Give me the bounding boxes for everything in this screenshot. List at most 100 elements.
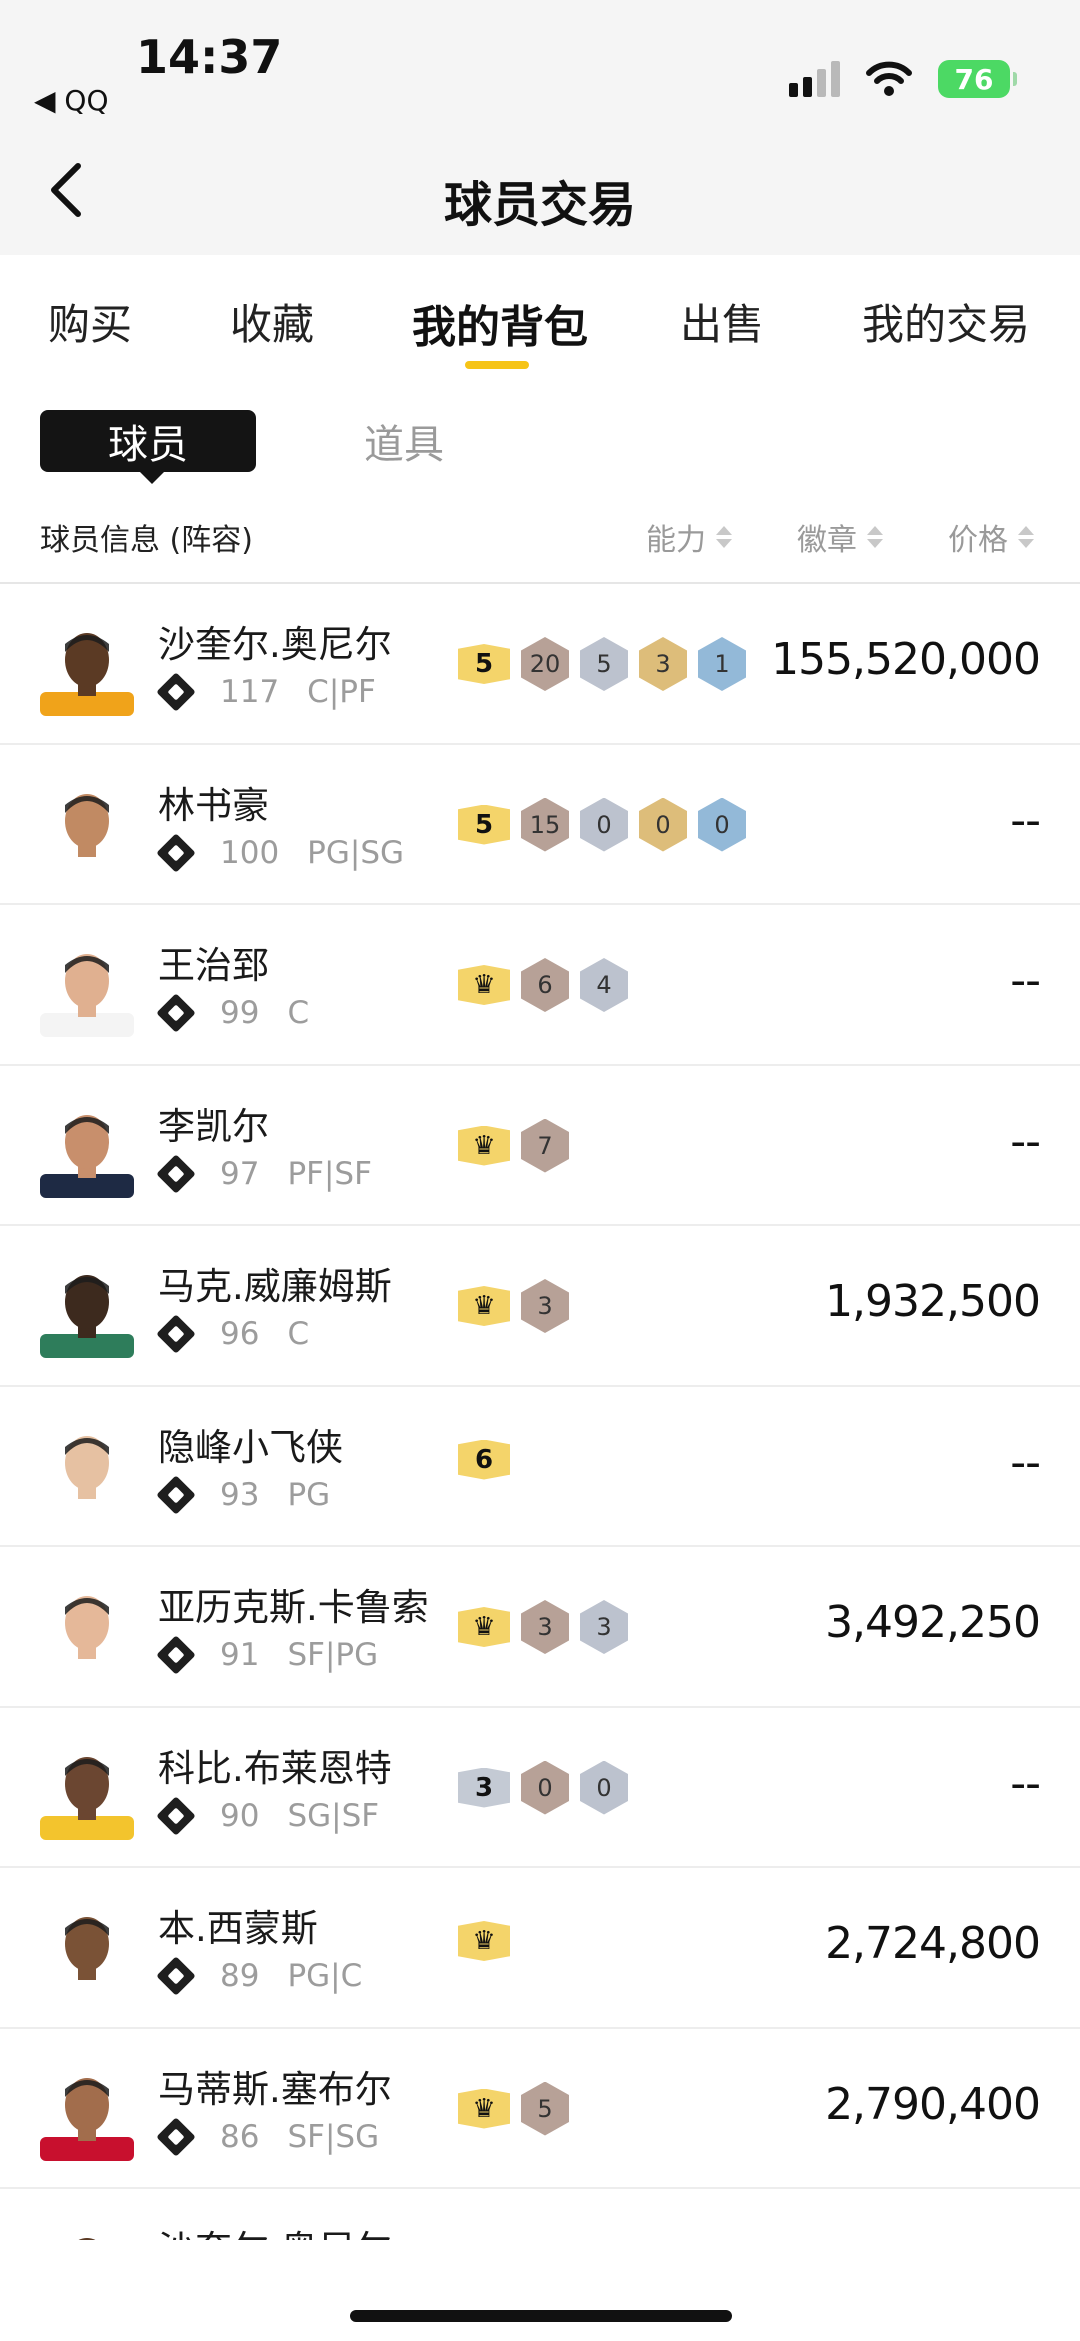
player-list: 沙奎尔.奥尼尔 117 C|PF 5 20 5 3 1 155,520,000 林书豪 100 PG|… [0, 584, 1080, 2341]
wifi-icon [866, 61, 912, 96]
subtab-players-label: 球员 [108, 422, 188, 468]
subtab-players[interactable]: 球员 [40, 410, 256, 484]
player-position: SF|PG [287, 1637, 379, 1673]
column-price-sort[interactable]: 价格 [948, 515, 1034, 559]
player-name: 林书豪 [158, 783, 269, 827]
player-position: SF|SG [287, 2118, 380, 2155]
tab-favorites[interactable]: 收藏 [230, 291, 314, 352]
crown-tier-icon: ♛ [458, 1125, 510, 1166]
player-ovr: 100 [220, 834, 280, 871]
player-meta: 99 C [156, 993, 310, 1033]
home-indicator[interactable] [350, 2310, 732, 2322]
player-ovr: 117 [220, 674, 280, 710]
player-avatar [40, 1425, 134, 1519]
player-avatar [40, 943, 134, 1037]
badge-hof-count: 7 [521, 1118, 569, 1173]
badge-hof-count: 20 [521, 637, 569, 691]
tab-my-bag[interactable]: 我的背包 [412, 291, 588, 355]
player-row[interactable]: 王治郅 99 C ♛ 6 4 -- [0, 905, 1080, 1066]
cellular-signal-icon [789, 61, 840, 97]
battery-level: 76 [954, 62, 994, 96]
badge-group: 5 15 0 0 0 [458, 797, 746, 852]
badge-hof-count: 3 [521, 1600, 569, 1654]
player-name: 科比.布莱恩特 [158, 1746, 392, 1790]
player-ovr: 97 [220, 1155, 260, 1192]
badge-bronze-count: 0 [698, 797, 746, 852]
player-meta: 86 SF|SG [156, 2116, 380, 2157]
player-name: 马蒂斯.塞布尔 [158, 2067, 392, 2111]
player-position: C [287, 995, 310, 1031]
player-ovr: 91 [220, 1637, 260, 1673]
crown-tier-icon: ♛ [458, 965, 510, 1005]
player-position: PG [287, 1476, 331, 1513]
badge-group: ♛ 3 3 [458, 1600, 628, 1654]
crown-tier-icon: ♛ [458, 2088, 510, 2129]
player-meta: 96 C [156, 1314, 310, 1354]
player-row[interactable]: 沙奎尔.奥尼尔 117 C|PF 5 20 5 3 1 155,520,000 [0, 584, 1080, 745]
player-avatar [40, 783, 134, 877]
badge-silver-count: 5 [580, 637, 628, 691]
player-avatar [40, 622, 134, 716]
player-name: 李凯尔 [158, 1104, 269, 1148]
player-name: 隐峰小飞侠 [158, 1425, 343, 1469]
player-price: 155,520,000 [771, 634, 1041, 685]
card-type-icon [156, 1474, 196, 1515]
player-ovr: 96 [220, 1316, 260, 1352]
battery-icon: 76 [938, 60, 1017, 98]
card-type-icon [156, 672, 196, 712]
subtab-items[interactable]: 道具 [364, 412, 444, 470]
player-price: 3,492,250 [825, 1597, 1041, 1648]
player-ovr: 86 [220, 2118, 260, 2155]
player-price: -- [1010, 1436, 1041, 1488]
player-row[interactable]: 本.西蒙斯 89 PG|C ♛ 2,724,800 [0, 1868, 1080, 2029]
player-row[interactable]: 马克.威廉姆斯 96 C ♛ 3 1,932,500 [0, 1226, 1080, 1387]
card-type-icon [156, 1314, 196, 1354]
column-price-label: 价格 [948, 523, 1008, 558]
badge-group: ♛ [458, 1921, 510, 1961]
bottom-fade [0, 2240, 1080, 2341]
badge-hof-count: 5 [521, 2081, 569, 2136]
player-row[interactable]: 科比.布莱恩特 90 SG|SF 3 0 0 -- [0, 1708, 1080, 1868]
ability-tier-badge: 6 [458, 1439, 510, 1480]
player-position: PG|SG [307, 834, 405, 871]
tab-my-trades[interactable]: 我的交易 [862, 291, 1030, 352]
badge-group: ♛ 7 [458, 1118, 569, 1173]
badge-silver-count: 4 [580, 958, 628, 1012]
player-position: C|PF [307, 674, 376, 710]
crown-tier-icon: ♛ [458, 1286, 510, 1326]
tab-bar: 购买 收藏 我的背包 出售 我的交易 [0, 255, 1080, 375]
player-price: -- [1010, 1115, 1041, 1167]
card-type-icon [156, 1635, 196, 1675]
card-type-icon [156, 1153, 196, 1194]
column-badge-sort[interactable]: 徽章 [797, 515, 883, 559]
player-price: 2,724,800 [825, 1918, 1041, 1969]
tab-sell[interactable]: 出售 [680, 291, 764, 352]
back-to-app-link[interactable]: ◀ QQ [34, 84, 109, 117]
player-row[interactable]: 亚历克斯.卡鲁索 91 SF|PG ♛ 3 3 3,492,250 [0, 1547, 1080, 1708]
player-ovr: 90 [220, 1797, 260, 1834]
column-player-info: 球员信息 (阵容) [40, 523, 253, 558]
ability-tier-badge: 5 [458, 804, 510, 845]
player-name: 马克.威廉姆斯 [158, 1265, 392, 1308]
ability-tier-badge: 5 [458, 644, 510, 684]
top-bar: 14:37 ◀ QQ 76 球员交易 [0, 0, 1080, 255]
column-ability-sort[interactable]: 能力 [646, 515, 732, 559]
player-ovr: 89 [220, 1958, 260, 1994]
player-meta: 90 SG|SF [156, 1795, 379, 1836]
badge-hof-count: 15 [521, 797, 569, 852]
player-row[interactable]: 李凯尔 97 PF|SF ♛ 7 -- [0, 1066, 1080, 1226]
tab-buy[interactable]: 购买 [48, 291, 132, 352]
player-avatar [40, 1264, 134, 1358]
player-avatar [40, 1585, 134, 1679]
player-position: PF|SF [287, 1155, 372, 1192]
status-time: 14:37 [136, 30, 283, 84]
player-row[interactable]: 林书豪 100 PG|SG 5 15 0 0 0 -- [0, 745, 1080, 905]
badge-gold-count: 3 [639, 637, 687, 691]
player-ovr: 99 [220, 995, 260, 1031]
player-name: 亚历克斯.卡鲁索 [158, 1586, 429, 1629]
player-row[interactable]: 马蒂斯.塞布尔 86 SF|SG ♛ 5 2,790,400 [0, 2029, 1080, 2189]
column-ability-label: 能力 [646, 523, 706, 558]
player-row[interactable]: 隐峰小飞侠 93 PG 6 -- [0, 1387, 1080, 1547]
player-position: C [287, 1316, 310, 1352]
badge-gold-count: 0 [639, 797, 687, 852]
